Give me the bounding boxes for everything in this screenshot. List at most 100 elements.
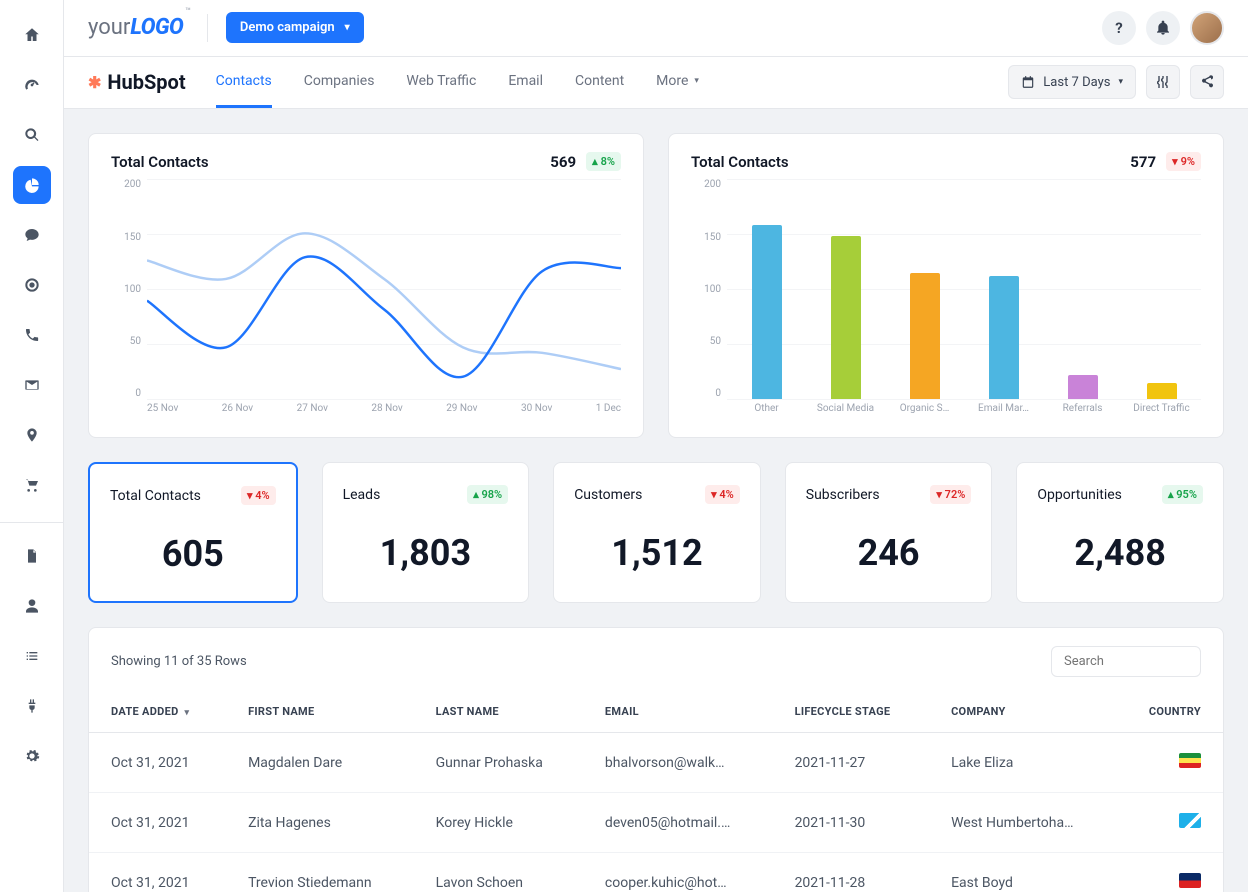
sidebar-item-plug[interactable] bbox=[13, 687, 51, 725]
change-badge: ▴ 98% bbox=[467, 485, 508, 504]
target-icon bbox=[24, 277, 40, 293]
stat-value: 2,488 bbox=[1037, 532, 1203, 574]
help-button[interactable]: ? bbox=[1102, 11, 1136, 45]
table-row[interactable]: Oct 31, 2021Trevion StiedemannLavon Scho… bbox=[89, 853, 1223, 892]
sidebar-divider bbox=[0, 522, 64, 523]
sliders-icon bbox=[1155, 74, 1171, 90]
pie-chart-icon bbox=[24, 177, 40, 193]
sidebar bbox=[0, 0, 64, 892]
col-header[interactable]: LAST NAME bbox=[414, 691, 583, 733]
share-button[interactable] bbox=[1190, 65, 1224, 99]
bar bbox=[752, 225, 782, 399]
change-badge: ▴ 8% bbox=[586, 152, 621, 171]
col-header[interactable]: COMPANY bbox=[929, 691, 1115, 733]
stat-title: Opportunities bbox=[1037, 487, 1122, 503]
col-header[interactable]: COUNTRY bbox=[1115, 691, 1223, 733]
share-icon bbox=[1199, 74, 1215, 90]
bar-chart-card: Total Contacts 577 ▾ 9% 200150100500 Oth… bbox=[668, 133, 1224, 438]
stat-card-subscribers[interactable]: Subscribers▾ 72%246 bbox=[785, 462, 993, 603]
stat-card-leads[interactable]: Leads ▴ 98% 1,803 bbox=[322, 462, 530, 603]
gauge-icon bbox=[24, 77, 40, 93]
card-value: 569 bbox=[550, 153, 576, 171]
date-filter[interactable]: Last 7 Days ▾ bbox=[1008, 65, 1136, 99]
sidebar-item-home[interactable] bbox=[13, 16, 51, 54]
sidebar-item-dashboard[interactable] bbox=[13, 66, 51, 104]
stat-title: Customers bbox=[574, 487, 642, 503]
table-row[interactable]: Oct 31, 2021Zita HagenesKorey Hickledeve… bbox=[89, 793, 1223, 853]
sidebar-item-target[interactable] bbox=[13, 266, 51, 304]
sidebar-item-list[interactable] bbox=[13, 637, 51, 675]
gear-icon bbox=[24, 748, 40, 764]
stat-card-opportunities[interactable]: Opportunities▴ 95%2,488 bbox=[1016, 462, 1224, 603]
tab-web-traffic[interactable]: Web Traffic bbox=[406, 57, 476, 109]
stat-value: 1,803 bbox=[343, 532, 509, 574]
line-chart-card: Total Contacts 569 ▴ 8% 200150100500 25 … bbox=[88, 133, 644, 438]
country-flag-icon bbox=[1179, 813, 1201, 828]
sidebar-item-chat[interactable] bbox=[13, 216, 51, 254]
stat-title: Total Contacts bbox=[110, 488, 201, 504]
tab-content[interactable]: Content bbox=[575, 57, 624, 109]
plug-icon bbox=[24, 698, 40, 714]
sort-desc-icon: ▾ bbox=[185, 708, 190, 718]
list-icon bbox=[24, 648, 40, 664]
country-flag-icon bbox=[1179, 753, 1201, 768]
change-badge: ▾ 9% bbox=[1166, 152, 1201, 171]
col-header[interactable]: DATE ADDED▾ bbox=[89, 691, 226, 733]
pin-icon bbox=[24, 427, 40, 443]
file-icon bbox=[24, 548, 40, 564]
stats-row: Total Contacts ▾ 4% 605 Leads ▴ 98% 1,803 Cust… bbox=[88, 462, 1224, 603]
search-icon bbox=[24, 127, 40, 143]
app-title: ✱ HubSpot bbox=[88, 70, 186, 94]
sidebar-item-file[interactable] bbox=[13, 537, 51, 575]
phone-icon bbox=[24, 327, 40, 343]
chat-icon bbox=[24, 227, 40, 243]
contacts-table-card: Showing 11 of 35 Rows DATE ADDED▾FIRST N… bbox=[88, 627, 1224, 892]
country-flag-icon bbox=[1179, 873, 1201, 888]
stat-value: 1,512 bbox=[574, 532, 740, 574]
stat-card-customers[interactable]: Customers▾ 4%1,512 bbox=[553, 462, 761, 603]
cart-icon bbox=[24, 477, 40, 493]
search-input[interactable] bbox=[1051, 646, 1201, 677]
campaign-dropdown[interactable]: Demo campaign▾ bbox=[226, 12, 364, 43]
sidebar-item-phone[interactable] bbox=[13, 316, 51, 354]
tab-contacts[interactable]: Contacts bbox=[216, 57, 272, 109]
bar bbox=[831, 236, 861, 399]
stat-value: 605 bbox=[110, 533, 276, 575]
sidebar-item-analytics[interactable] bbox=[13, 166, 51, 204]
settings-filter-button[interactable] bbox=[1146, 65, 1180, 99]
help-icon: ? bbox=[1115, 19, 1122, 37]
card-title: Total Contacts bbox=[691, 153, 789, 171]
line-chart: 200150100500 25 Nov26 Nov27 Nov28 Nov29 … bbox=[111, 179, 621, 419]
chevron-down-icon: ▾ bbox=[1118, 77, 1123, 87]
avatar[interactable] bbox=[1190, 11, 1224, 45]
sidebar-item-cart[interactable] bbox=[13, 466, 51, 504]
sidebar-item-location[interactable] bbox=[13, 416, 51, 454]
tab-email[interactable]: Email bbox=[508, 57, 543, 109]
stat-title: Leads bbox=[343, 487, 381, 503]
col-header[interactable]: LIFECYCLE STAGE bbox=[773, 691, 930, 733]
divider bbox=[207, 14, 208, 42]
sidebar-item-search[interactable] bbox=[13, 116, 51, 154]
user-icon bbox=[24, 598, 40, 614]
col-header[interactable]: FIRST NAME bbox=[226, 691, 414, 733]
sidebar-item-mail[interactable] bbox=[13, 366, 51, 404]
col-header[interactable]: EMAIL bbox=[583, 691, 773, 733]
bell-icon bbox=[1155, 20, 1171, 36]
tab-companies[interactable]: Companies bbox=[304, 57, 375, 109]
change-badge: ▾ 4% bbox=[241, 486, 276, 505]
bar bbox=[1068, 375, 1098, 399]
notifications-button[interactable] bbox=[1146, 11, 1180, 45]
stat-card-total-contacts[interactable]: Total Contacts ▾ 4% 605 bbox=[88, 462, 298, 603]
sidebar-item-user[interactable] bbox=[13, 587, 51, 625]
bar-chart: 200150100500 OtherSocial MediaOrganic S…… bbox=[691, 179, 1201, 419]
hubspot-icon: ✱ bbox=[88, 73, 101, 92]
logo: yourLOGO™ bbox=[88, 15, 189, 40]
chevron-down-icon: ▾ bbox=[345, 22, 350, 33]
change-badge: ▾ 72% bbox=[930, 485, 971, 504]
stat-title: Subscribers bbox=[806, 487, 880, 503]
table-row[interactable]: Oct 31, 2021Magdalen DareGunnar Prohaska… bbox=[89, 733, 1223, 793]
chevron-down-icon: ▾ bbox=[694, 76, 699, 86]
sidebar-item-settings[interactable] bbox=[13, 737, 51, 775]
tab-more[interactable]: More▾ bbox=[656, 57, 699, 109]
tabs: Contacts Companies Web Traffic Email Content… bbox=[216, 57, 699, 109]
